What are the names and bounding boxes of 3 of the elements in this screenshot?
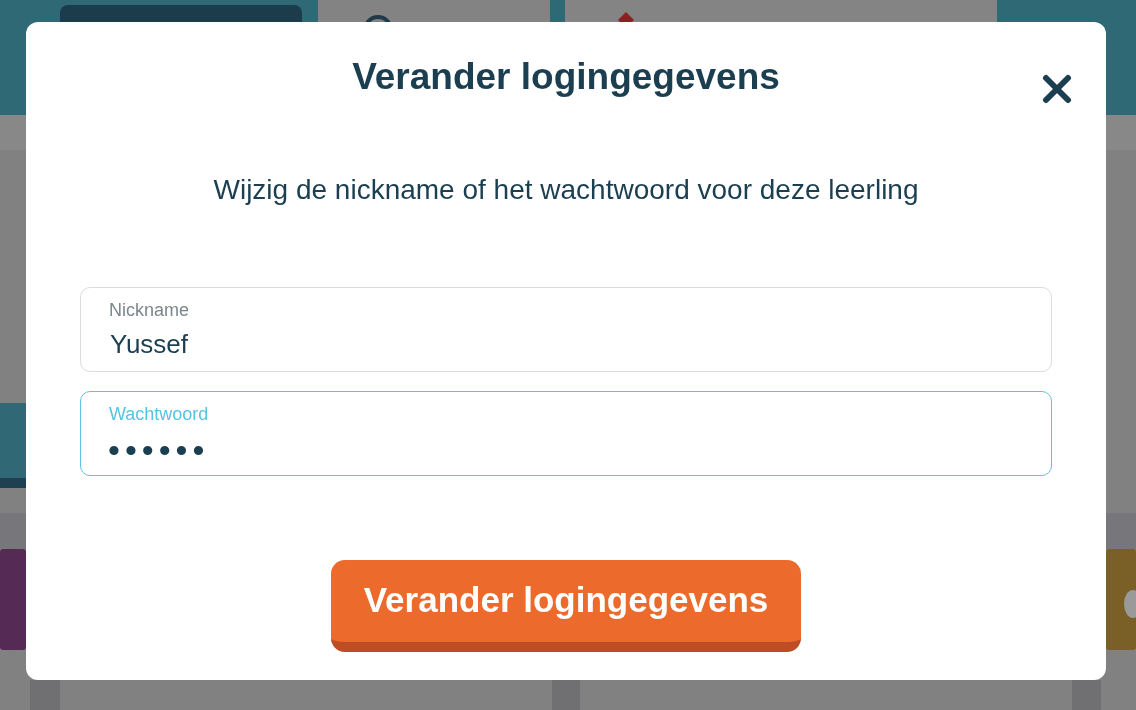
field-label: Nickname: [109, 299, 190, 321]
dialog-title: Verander logingegevens: [352, 55, 780, 99]
dialog-subtitle: Wijzig de nickname of het wachtwoord voor deze leerling: [213, 173, 919, 207]
